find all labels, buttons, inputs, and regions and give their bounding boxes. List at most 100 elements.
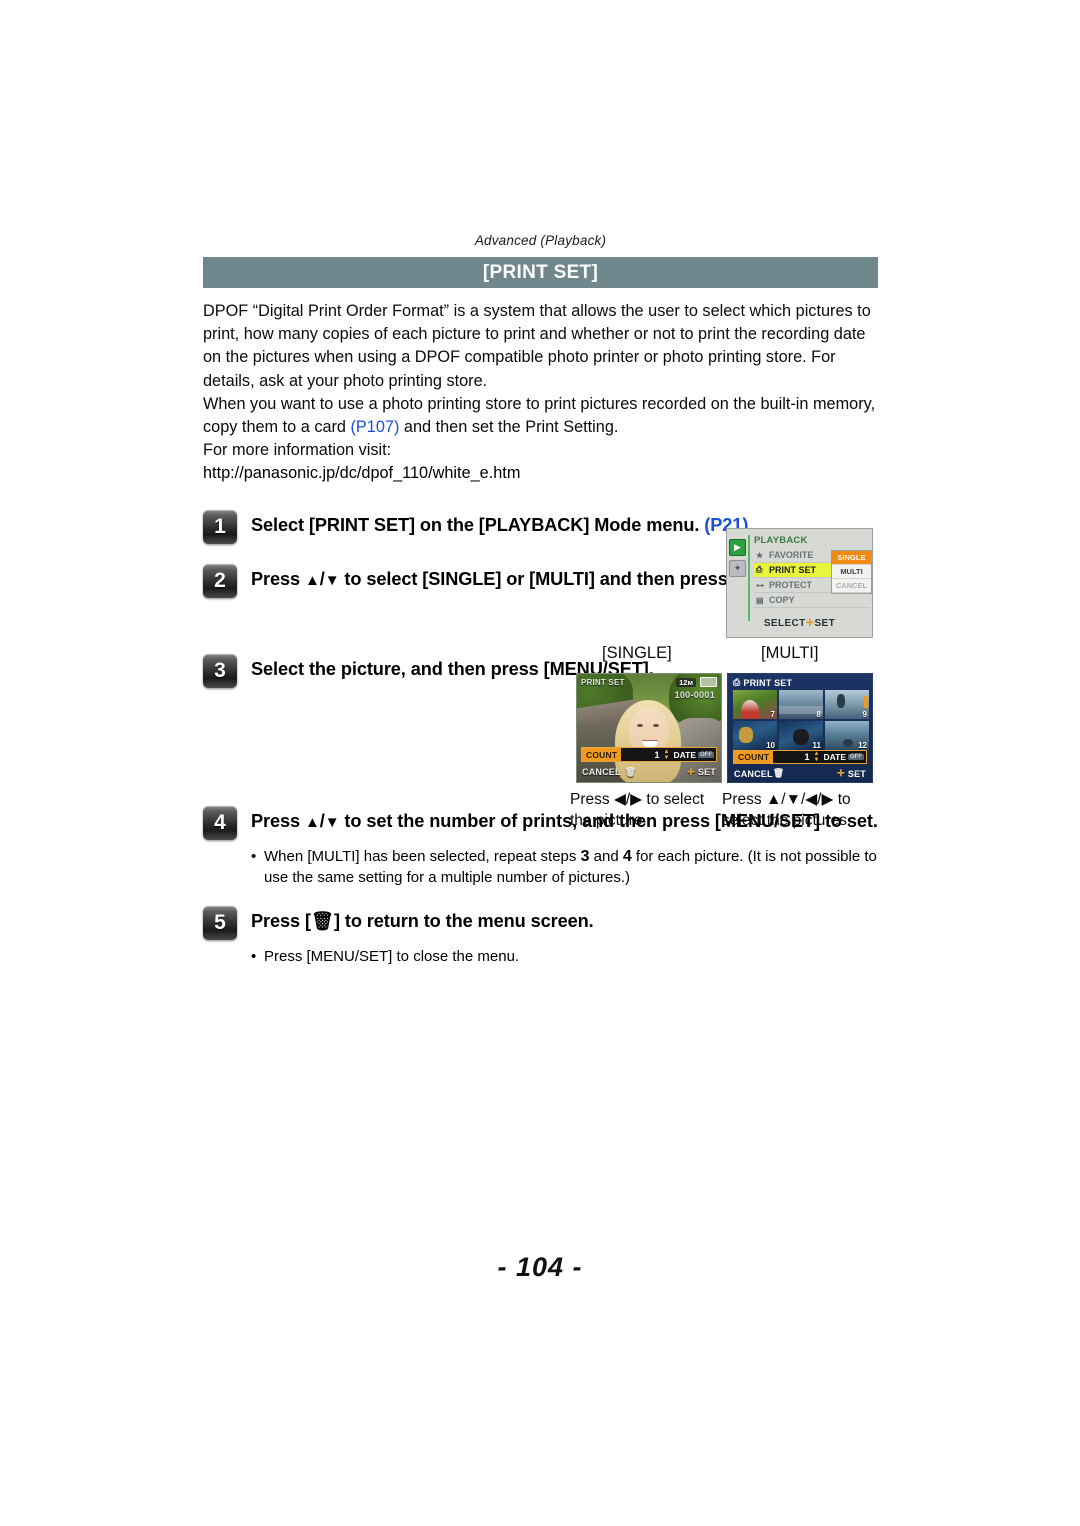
print-set-submenu: SINGLE MULTI CANCEL [831,550,872,594]
joystick-icon: ✛ [687,766,695,777]
thumbnail-item[interactable]: 9 [825,690,869,719]
joystick-icon: ✛ [837,768,845,778]
multi-date-toggle: OFF [848,754,864,760]
intro-p2-after: and then set the Print Setting. [399,418,619,437]
print-mark-indicator [864,696,868,708]
down-triangle-icon: ▼ [785,791,801,808]
single-date-toggle: OFF [698,751,714,758]
up-triangle-icon: ▲ [305,571,320,589]
single-set-label[interactable]: SET [698,767,716,777]
count-stepper-arrows[interactable]: ▲ ▼ [661,748,672,761]
menu-item-copy-label: COPY [769,595,795,605]
subject-eye-left [637,724,643,727]
print-set-icon: ⎙ [733,677,741,687]
note-part-2: and [589,847,623,865]
step-1-badge: 1 [203,509,237,544]
single-caption: Press ◀/▶ to select the picture. [570,791,705,829]
submenu-option-cancel[interactable]: CANCEL [832,579,871,593]
right-triangle-icon: ▶ [821,791,834,808]
multi-thumbnail-grid: 7 8 9 10 11 12 [733,690,869,750]
step-2-badge: 2 [203,563,237,598]
multi-set-label[interactable]: SET [848,769,866,779]
up-triangle-icon: ▲ [765,791,782,808]
menu-footer-set: SET [814,618,836,629]
bullet-dot: • [251,947,257,965]
down-triangle-icon: ▼ [324,571,340,589]
playback-menu-screenshot: ▶ ✦ PLAYBACK ★ FAVORITE OFF ⎙ PRINT SET … [726,528,873,638]
single-count-label: COUNT [582,748,622,761]
multi-cancel-label[interactable]: CANCEL [734,769,773,779]
manual-page: Advanced (Playback) [PRINT SET] DPOF “Di… [0,0,1080,1526]
multi-osd-title: PRINT SET [743,677,793,688]
page-ref-p107[interactable]: (P107) [351,418,400,436]
playback-tab-icon[interactable]: ▶ [729,539,746,556]
thumbnail-number: 7 [770,710,775,719]
thumbnail-item[interactable]: 11 [779,721,823,750]
page-number: - 104 - [497,1252,583,1282]
down-triangle-icon: ▼ [324,813,340,831]
single-mode-screenshot: PRINT SET 12м 100-0001 COUNT 1 ▲ ▼ DATE OF… [576,673,722,783]
single-file-number: 100-0001 [674,690,715,700]
trash-icon: 🗑 [310,910,334,931]
single-osd-top: PRINT SET 12м [581,677,717,687]
intro-paragraph-3: For more information visit: [203,441,392,460]
step-5-text: Press [🗑] to return to the menu screen. [251,906,594,934]
left-triangle-icon: ◀ [613,791,626,808]
stepper-down-icon: ▼ [663,754,670,761]
multi-bottom-bar: CANCEL 🗑 ✛ SET [734,767,866,780]
right-triangle-icon: ▶ [630,791,643,808]
menu-item-copy[interactable]: ▤ COPY [754,593,870,608]
step-5-after: ] to return to the menu screen. [333,910,594,931]
up-triangle-icon: ▲ [305,813,320,831]
single-label: [SINGLE] [602,644,672,662]
multi-date-field[interactable]: DATE OFF [821,751,866,763]
section-title: [PRINT SET] [482,261,599,283]
multi-count-value[interactable]: 1 [773,751,812,763]
note-step-b: 4 [622,847,632,865]
star-icon: ★ [756,550,764,560]
thumbnail-item[interactable]: 12 [825,721,869,750]
thumbnail-item[interactable]: 8 [779,690,823,719]
submenu-option-single[interactable]: SINGLE [832,551,871,565]
subject-eye-right [653,724,659,727]
multi-mode-screenshot: ⎙ PRINT SET 7 8 9 10 11 12 COUNT 1 ▲ ▼ DA… [727,673,873,783]
single-date-field[interactable]: DATE OFF [671,748,716,761]
copy-icon: ▤ [756,595,764,605]
preview-labels: [SINGLE] [MULTI] [575,644,875,666]
trash-icon: 🗑 [624,766,637,777]
dpof-url: http://panasonic.jp/dc/dpof_110/white_e.… [203,464,521,483]
menu-footer-hint: SELECT✛SET [727,618,872,629]
intro-paragraph-2: When you want to use a photo printing st… [203,393,878,439]
submenu-option-multi[interactable]: MULTI [832,565,871,579]
multi-label: [MULTI] [761,644,819,662]
thumbnail-number: 8 [816,710,821,719]
step-4-badge: 4 [203,805,237,840]
multi-count-bar: COUNT 1 ▲ ▼ DATE OFF [733,750,867,764]
battery-icon [700,677,717,687]
thumbnail-item[interactable]: 10 [733,721,777,750]
count-stepper-arrows[interactable]: ▲ ▼ [811,751,822,763]
section-title-bar: [PRINT SET] [203,257,878,288]
single-bottom-bar: CANCEL 🗑 ✛ SET [582,765,716,779]
left-triangle-icon: ◀ [805,791,818,808]
bullet-dot: • [251,847,257,865]
thumbnail-number: 10 [766,741,775,750]
print-set-icon: ⎙ [756,565,763,574]
step-5-note: • Press [MENU/SET] to close the menu. [251,946,878,967]
multi-count-label: COUNT [734,751,774,763]
single-date-label: DATE [673,749,696,760]
pixel-count-badge: 12м [676,677,696,687]
multi-caption: Press ▲/▼/◀/▶ to select the pictures. [722,791,852,829]
single-cancel-label[interactable]: CANCEL [582,767,621,777]
thumbnail-number: 12 [858,741,867,750]
playback-menu-heading: PLAYBACK [754,535,808,546]
thumbnail-number: 9 [862,710,867,719]
multi-osd-header: ⎙ PRINT SET [733,677,792,688]
thumbnail-item[interactable]: 7 [733,690,777,719]
step-5-badge: 5 [203,905,237,940]
step-1-main: Select [PRINT SET] on the [PLAYBACK] Mod… [251,514,705,535]
setup-wrench-icon[interactable]: ✦ [729,560,746,577]
running-head: Advanced (Playback) [474,233,607,248]
single-count-value[interactable]: 1 [621,748,662,761]
